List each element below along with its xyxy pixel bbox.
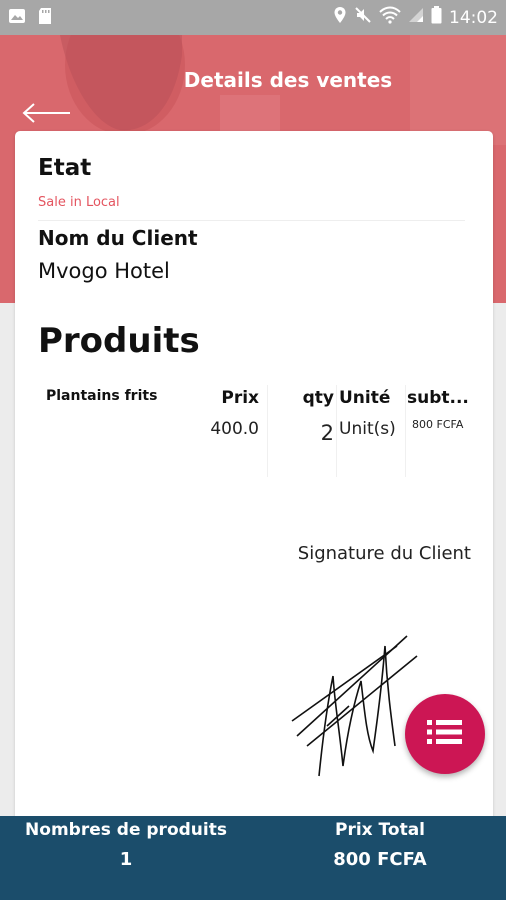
column-subtotal: subt... 800 FCFA [406, 385, 479, 477]
total-price-label: Prix Total [335, 820, 425, 840]
product-count-label: Nombres de produits [25, 820, 227, 840]
header-prix: Prix [221, 388, 259, 408]
status-time: 14:02 [449, 7, 498, 28]
mute-icon [354, 6, 372, 29]
list-icon [426, 717, 464, 751]
divider [38, 220, 465, 221]
etat-value: Sale in Local [38, 195, 120, 210]
column-unit: Unité Unit(s) [337, 385, 406, 477]
products-table: Plantains frits Prix 400.0 qty 2 Unité U… [29, 385, 479, 477]
wifi-icon [379, 6, 401, 29]
cell-subtotal: 800 FCFA [412, 418, 464, 431]
image-icon [8, 8, 26, 28]
column-product-name: Plantains frits [29, 385, 174, 477]
total-price-value: 800 FCFA [333, 849, 427, 870]
arrow-left-icon [22, 103, 72, 127]
list-fab-button[interactable] [405, 694, 485, 774]
signal-icon [408, 7, 424, 28]
product-name: Plantains frits [46, 388, 158, 404]
client-label: Nom du Client [38, 226, 198, 250]
header-unit: Unité [339, 388, 391, 408]
status-bar: 14:02 [0, 0, 506, 35]
page-title: Details des ventes [183, 68, 393, 92]
signature-label: Signature du Client [297, 543, 471, 564]
sd-card-icon [38, 7, 52, 29]
battery-icon [431, 6, 442, 29]
total-price-summary: Prix Total 800 FCFA [254, 820, 506, 870]
footer-summary: Nombres de produits 1 Prix Total 800 FCF… [0, 816, 506, 900]
status-right: 14:02 [333, 6, 498, 29]
location-icon [333, 6, 347, 29]
etat-label: Etat [38, 155, 92, 181]
header-subtotal: subt... [407, 388, 469, 408]
cell-unit: Unit(s) [339, 419, 396, 439]
column-prix: Prix 400.0 [174, 385, 268, 477]
products-title: Produits [38, 321, 200, 361]
product-count-value: 1 [119, 849, 133, 870]
product-count-summary: Nombres de produits 1 [0, 820, 252, 870]
column-qty: qty 2 [268, 385, 337, 477]
sale-details-card: Etat Sale in Local Nom du Client Mvogo H… [15, 131, 493, 821]
client-value: Mvogo Hotel [38, 259, 170, 283]
status-left-icons [8, 7, 52, 29]
header-qty: qty [302, 388, 334, 408]
cell-prix: 400.0 [210, 419, 259, 439]
cell-qty: 2 [320, 421, 334, 445]
